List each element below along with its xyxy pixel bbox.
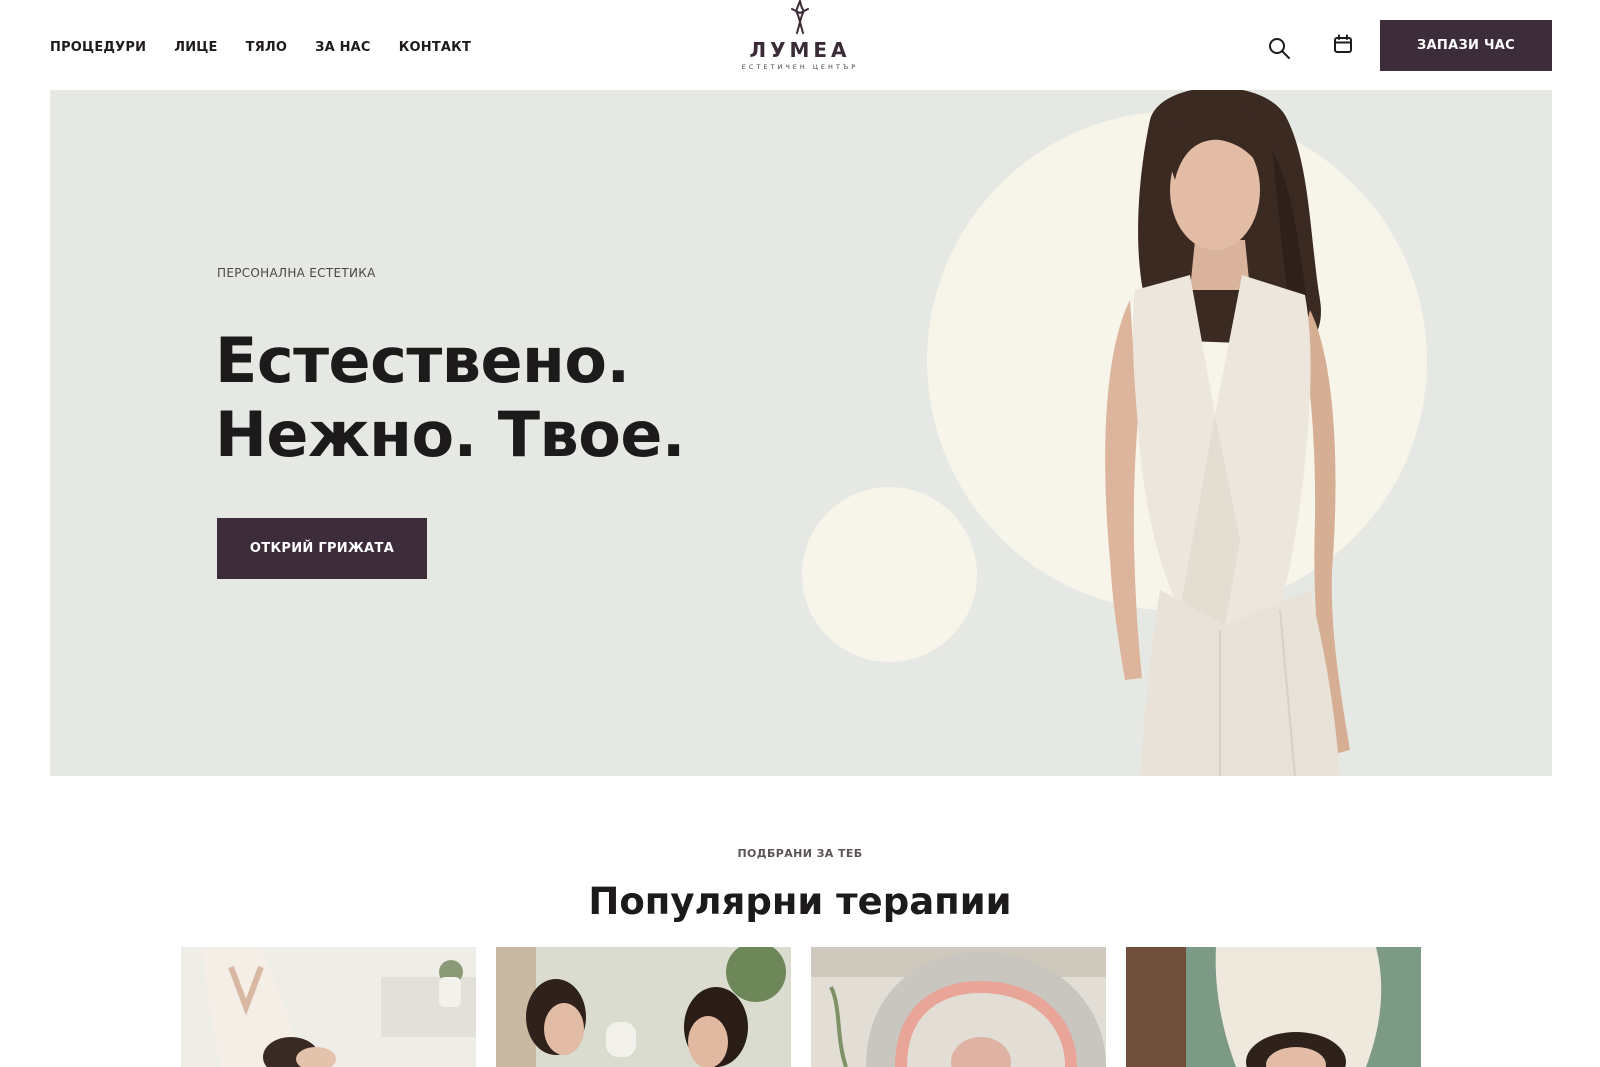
section-title: Популярни терапии [588, 880, 1012, 923]
hero-banner: ПЕРСОНАЛНА ЕСТЕТИКА Естествено. Нежно. Т… [50, 90, 1552, 776]
nav-item-contact[interactable]: КОНТАКТ [399, 40, 471, 55]
therapy-card-image-3 [811, 947, 1106, 1067]
nav-item-about[interactable]: ЗА НАС [315, 40, 371, 55]
logo-figure-icon [791, 0, 809, 34]
calendar-button[interactable] [1329, 30, 1357, 58]
nav-item-procedures[interactable]: ПРОЦЕДУРИ [50, 40, 146, 55]
logo-subtitle: ЕСТЕТИЧЕН ЦЕНТЪР [741, 63, 859, 71]
therapy-card-image-4 [1126, 947, 1421, 1067]
search-button[interactable] [1265, 34, 1293, 62]
therapy-cards [181, 947, 1421, 1067]
logo[interactable]: ЛУМЕА ЕСТЕТИЧЕН ЦЕНТЪР [740, 0, 860, 82]
decorative-circle-small [802, 487, 977, 662]
calendar-icon [1334, 34, 1352, 53]
site-header: ПРОЦЕДУРИ ЛИЦЕ ТЯЛО ЗА НАС КОНТАКТ ЛУМЕА… [0, 0, 1600, 90]
therapy-card-image-1 [181, 947, 476, 1067]
logo-name: ЛУМЕА [749, 38, 851, 62]
nav-item-face[interactable]: ЛИЦЕ [174, 40, 217, 55]
hero-title: Естествено. Нежно. Твое. [215, 324, 685, 472]
main-nav: ПРОЦЕДУРИ ЛИЦЕ ТЯЛО ЗА НАС КОНТАКТ [50, 40, 471, 55]
hero-model-image [1105, 90, 1350, 776]
nav-item-body[interactable]: ТЯЛО [246, 40, 288, 55]
section-eyebrow: ПОДБРАНИ ЗА ТЕБ [737, 847, 863, 860]
therapy-card-4[interactable] [1126, 947, 1421, 1067]
therapy-card-2[interactable] [496, 947, 791, 1067]
search-icon [1269, 38, 1290, 59]
hero-title-line-1: Естествено. [215, 324, 630, 397]
therapy-card-3[interactable] [811, 947, 1106, 1067]
therapy-card-image-2 [496, 947, 791, 1067]
therapy-card-1[interactable] [181, 947, 476, 1067]
discover-care-button[interactable]: ОТКРИЙ ГРИЖАТА [217, 518, 427, 579]
hero-title-line-2: Нежно. Твое. [215, 398, 685, 471]
hero-eyebrow: ПЕРСОНАЛНА ЕСТЕТИКА [217, 266, 376, 280]
book-appointment-button[interactable]: ЗАПАЗИ ЧАС [1380, 20, 1552, 71]
